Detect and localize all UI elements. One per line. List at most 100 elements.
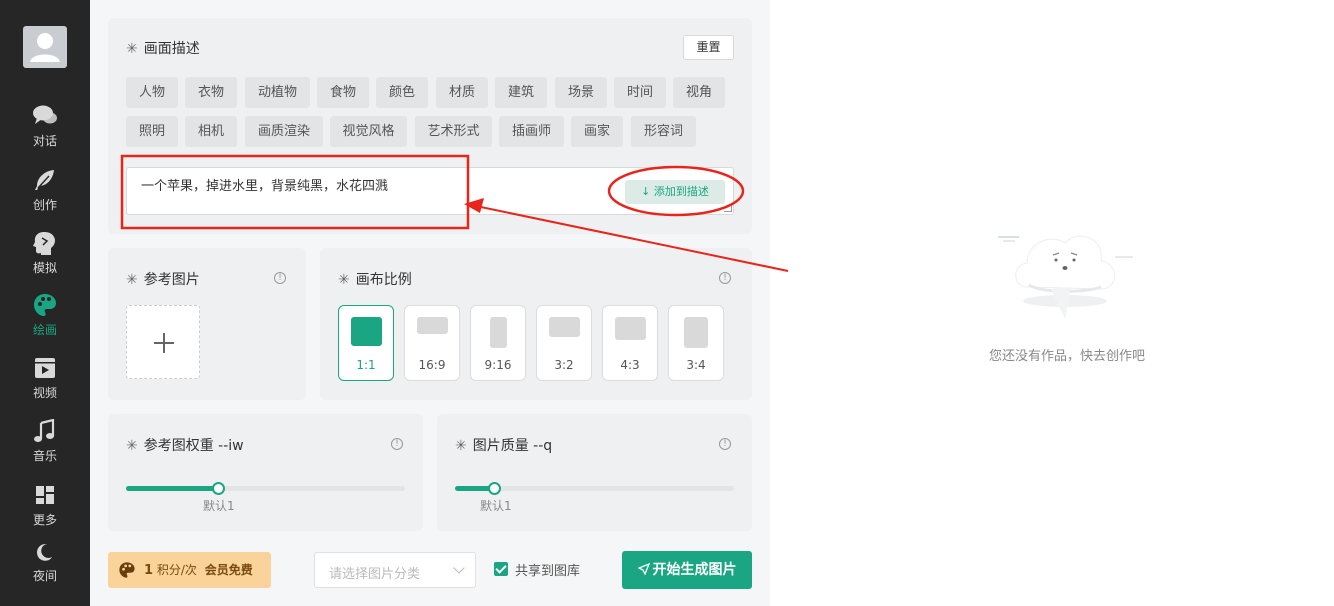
tag-flora-fauna[interactable]: 动植物 (245, 77, 310, 108)
image-weight-default: 默认1 (203, 499, 235, 513)
info-icon[interactable]: ! (719, 438, 731, 450)
aspect-ratio-title-text: 画布比例 (355, 272, 412, 288)
tag-visual-style[interactable]: 视觉风格 (330, 116, 407, 147)
image-quality-default: 默认1 (480, 499, 512, 513)
tag-clothing[interactable]: 衣物 (185, 77, 237, 108)
generate-image-button[interactable]: 开始生成图片 (622, 551, 752, 589)
asterisk-icon: ✳ (126, 272, 138, 288)
nav-item-simulate[interactable]: 模拟 (0, 231, 90, 287)
ratio-preview-shape (351, 317, 382, 346)
generate-label: 开始生成图片 (652, 562, 737, 578)
ratio-option-16-9[interactable]: 16:9 (404, 305, 460, 381)
image-weight-title-text: 参考图权重 --iw (143, 438, 244, 454)
info-icon[interactable]: ! (274, 272, 286, 284)
nav-item-paint[interactable]: 绘画 (0, 293, 90, 349)
ratio-preview-shape (684, 317, 708, 348)
share-to-gallery-label[interactable]: 共享到图库 (515, 560, 580, 579)
avatar[interactable] (23, 26, 67, 68)
slider-thumb[interactable] (488, 482, 501, 495)
ratio-label: 1:1 (356, 358, 376, 372)
resize-handle-icon[interactable] (724, 204, 732, 212)
tag-camera[interactable]: 相机 (185, 116, 237, 147)
nav-item-create[interactable]: 创作 (0, 168, 90, 224)
nav-label: 视频 (32, 386, 57, 400)
ratio-label: 4:3 (620, 358, 640, 372)
tag-material[interactable]: 材质 (436, 77, 488, 108)
empty-cloud-icon (998, 235, 1133, 319)
nav-label: 绘画 (32, 323, 57, 337)
user-icon (30, 33, 60, 62)
ratio-option-3-4[interactable]: 3:4 (668, 305, 724, 381)
ratio-preview-shape (615, 317, 646, 340)
select-placeholder: 请选择图片分类 (329, 567, 421, 582)
reference-image-title-text: 参考图片 (143, 272, 200, 288)
chat-icon (33, 105, 57, 124)
tag-scene[interactable]: 场景 (555, 77, 607, 108)
tag-architecture[interactable]: 建筑 (495, 77, 547, 108)
add-to-description-button[interactable]: ↓ 添加到描述 (625, 180, 725, 204)
ratio-option-3-2[interactable]: 3:2 (536, 305, 592, 381)
chevron-down-icon (453, 562, 465, 574)
nav-label: 音乐 (32, 449, 57, 463)
plus-icon-vertical (163, 333, 165, 353)
tag-person[interactable]: 人物 (126, 77, 178, 108)
aspect-ratio-title: ✳ 画布比例 (338, 269, 412, 289)
image-quality-title-text: 图片质量 --q (472, 438, 553, 454)
asterisk-icon: ✳ (455, 438, 467, 454)
tag-color[interactable]: 颜色 (376, 77, 428, 108)
feather-icon (35, 170, 54, 190)
tag-food[interactable]: 食物 (317, 77, 369, 108)
ratio-option-4-3[interactable]: 4:3 (602, 305, 658, 381)
slider-thumb[interactable] (212, 482, 225, 495)
nav-label: 对话 (32, 134, 57, 148)
upload-image-button[interactable] (126, 305, 200, 379)
image-category-select[interactable]: 请选择图片分类 (314, 552, 476, 588)
tag-illustrator[interactable]: 插画师 (499, 116, 564, 147)
tag-time[interactable]: 时间 (614, 77, 666, 108)
info-icon[interactable]: ! (719, 272, 731, 284)
reference-image-title: ✳ 参考图片 (126, 269, 200, 289)
nav-item-music[interactable]: 音乐 (0, 419, 90, 475)
image-weight-title: ✳ 参考图权重 --iw (126, 435, 244, 455)
ratio-label: 3:2 (554, 358, 574, 372)
nav-label: 创作 (32, 198, 57, 212)
nav-label: 模拟 (32, 261, 57, 275)
sidebar: 对话 创作 模拟 绘画 视频 音乐 更多 夜间 (0, 0, 90, 606)
tag-art-form[interactable]: 艺术形式 (415, 116, 492, 147)
nav-item-video[interactable]: 视频 (0, 356, 90, 412)
ratio-option-9-16[interactable]: 9:16 (470, 305, 526, 381)
image-weight-slider[interactable] (126, 482, 405, 495)
ratio-preview-shape (417, 317, 448, 334)
vip-free-label: 会员免费 (204, 563, 253, 577)
nav-label: 更多 (32, 513, 57, 527)
asterisk-icon: ✳ (338, 272, 350, 288)
share-to-gallery-checkbox[interactable] (494, 562, 508, 576)
info-icon[interactable]: ! (391, 438, 403, 450)
reset-button[interactable]: 重置 (683, 35, 734, 60)
ratio-option-1-1[interactable]: 1:1 (338, 305, 394, 381)
tag-lighting[interactable]: 照明 (126, 116, 178, 147)
image-quality-slider[interactable] (455, 482, 734, 495)
nav-item-chat[interactable]: 对话 (0, 104, 90, 160)
palette-icon (119, 562, 135, 578)
ratio-preview-shape (549, 317, 580, 337)
prompt-text: 一个苹果，掉进水里，背景纯黑，水花四溅 (141, 179, 389, 194)
description-title-text: 画面描述 (143, 41, 200, 57)
tag-painter[interactable]: 画家 (571, 116, 623, 147)
moon-icon (37, 544, 52, 561)
grid-icon (36, 486, 54, 504)
form-panel: ✳ 画面描述 重置 人物 衣物 动植物 食物 颜色 材质 建筑 场景 时间 视角 … (90, 0, 770, 606)
tag-render-quality[interactable]: 画质渲染 (245, 116, 323, 147)
nav-item-more[interactable]: 更多 (0, 483, 90, 539)
tag-viewpoint[interactable]: 视角 (673, 77, 725, 108)
nav-item-night[interactable]: 夜间 (0, 541, 90, 597)
empty-state-text: 您还没有作品，快去创作吧 (988, 349, 1145, 364)
ratio-label: 16:9 (418, 358, 446, 372)
slider-fill (126, 486, 218, 491)
points-badge: 1 积分/次 会员免费 (108, 552, 271, 588)
points-number: 1 (144, 563, 154, 578)
image-weight-card (108, 414, 423, 531)
send-icon (636, 562, 650, 576)
tag-adjective[interactable]: 形容词 (631, 116, 696, 147)
palette-icon (34, 294, 56, 316)
